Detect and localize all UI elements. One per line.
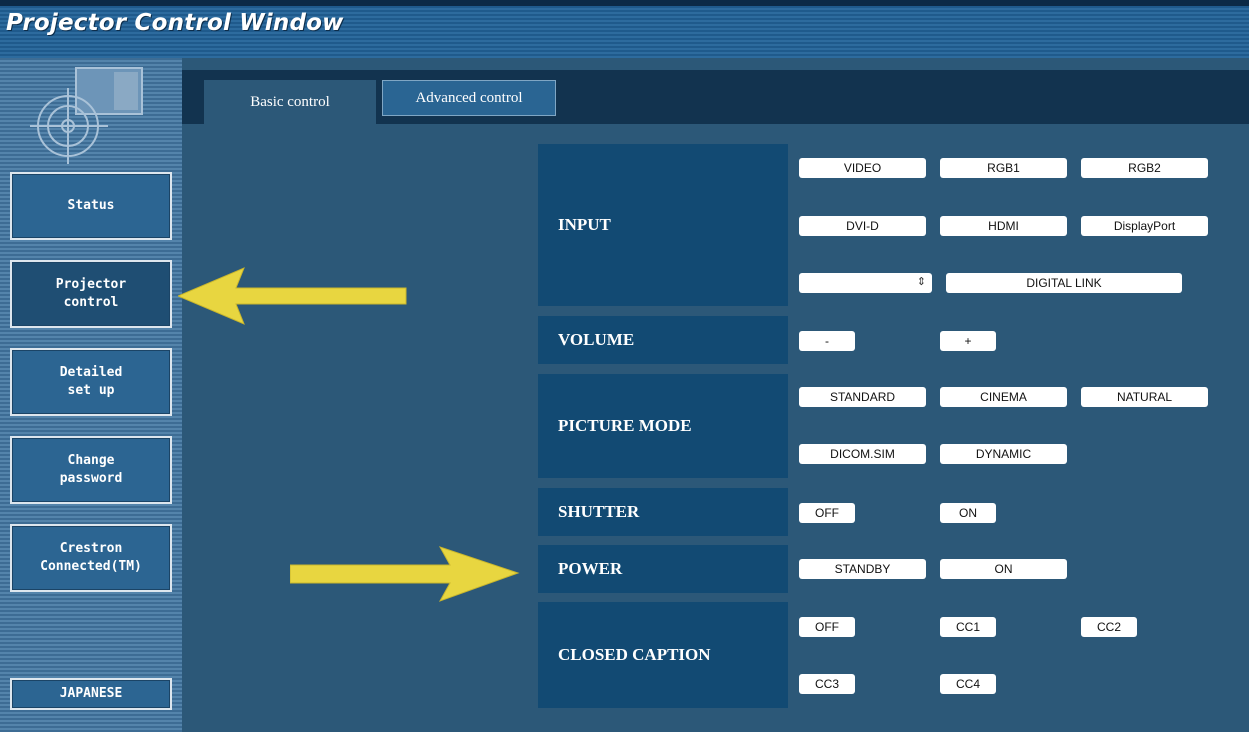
input-video-button[interactable]: VIDEO (799, 158, 926, 178)
select-chevron-icon: ⇕ (916, 276, 926, 288)
projector-logo-icon (30, 67, 143, 164)
input-dvid-button[interactable]: DVI-D (799, 216, 926, 236)
input-rgb2-button[interactable]: RGB2 (1081, 158, 1208, 178)
power-standby-button[interactable]: STANDBY (799, 559, 926, 579)
power-on-button[interactable]: ON (940, 559, 1067, 579)
cc4-button[interactable]: CC4 (940, 674, 996, 694)
picture-dynamic-button[interactable]: DYNAMIC (940, 444, 1067, 464)
annotation-arrow-left-icon (178, 267, 407, 325)
input-digital-link-button[interactable]: DIGITAL LINK (946, 273, 1182, 293)
shutter-off-button[interactable]: OFF (799, 503, 855, 523)
input-label: INPUT (538, 144, 788, 306)
picture-natural-button[interactable]: NATURAL (1081, 387, 1208, 407)
sidebar-item-status[interactable]: Status (10, 172, 172, 240)
tab-basic-control[interactable]: Basic control (204, 80, 376, 124)
input-select-dropdown[interactable]: ⇕ (799, 273, 932, 293)
title-bar: Projector Control Window (0, 0, 1249, 58)
picture-dicom-sim-button[interactable]: DICOM.SIM (799, 444, 926, 464)
annotation-arrow-right-icon (290, 546, 520, 602)
closed-caption-label: CLOSED CAPTION (538, 602, 788, 708)
cc2-button[interactable]: CC2 (1081, 617, 1137, 637)
cc1-button[interactable]: CC1 (940, 617, 996, 637)
input-hdmi-button[interactable]: HDMI (940, 216, 1067, 236)
sidebar-item-projector-control[interactable]: Projector control (10, 260, 172, 328)
picture-cinema-button[interactable]: CINEMA (940, 387, 1067, 407)
sidebar-item-change-password[interactable]: Change password (10, 436, 172, 504)
sidebar-item-crestron[interactable]: Crestron Connected(TM) (10, 524, 172, 592)
japanese-language-button[interactable]: JAPANESE (10, 678, 172, 710)
tab-advanced-control[interactable]: Advanced control (382, 80, 556, 116)
cc3-button[interactable]: CC3 (799, 674, 855, 694)
sidebar-item-detailed-setup[interactable]: Detailed set up (10, 348, 172, 416)
power-label: POWER (538, 545, 788, 593)
input-displayport-button[interactable]: DisplayPort (1081, 216, 1208, 236)
shutter-label: SHUTTER (538, 488, 788, 536)
picture-standard-button[interactable]: STANDARD (799, 387, 926, 407)
cc-off-button[interactable]: OFF (799, 617, 855, 637)
picture-mode-label: PICTURE MODE (538, 374, 788, 478)
sidebar: Status Projector control Detailed set up… (0, 58, 182, 732)
volume-down-button[interactable]: - (799, 331, 855, 351)
input-rgb1-button[interactable]: RGB1 (940, 158, 1067, 178)
shutter-on-button[interactable]: ON (940, 503, 996, 523)
window-title: Projector Control Window (6, 10, 344, 36)
volume-label: VOLUME (538, 316, 788, 364)
volume-up-button[interactable]: + (940, 331, 996, 351)
